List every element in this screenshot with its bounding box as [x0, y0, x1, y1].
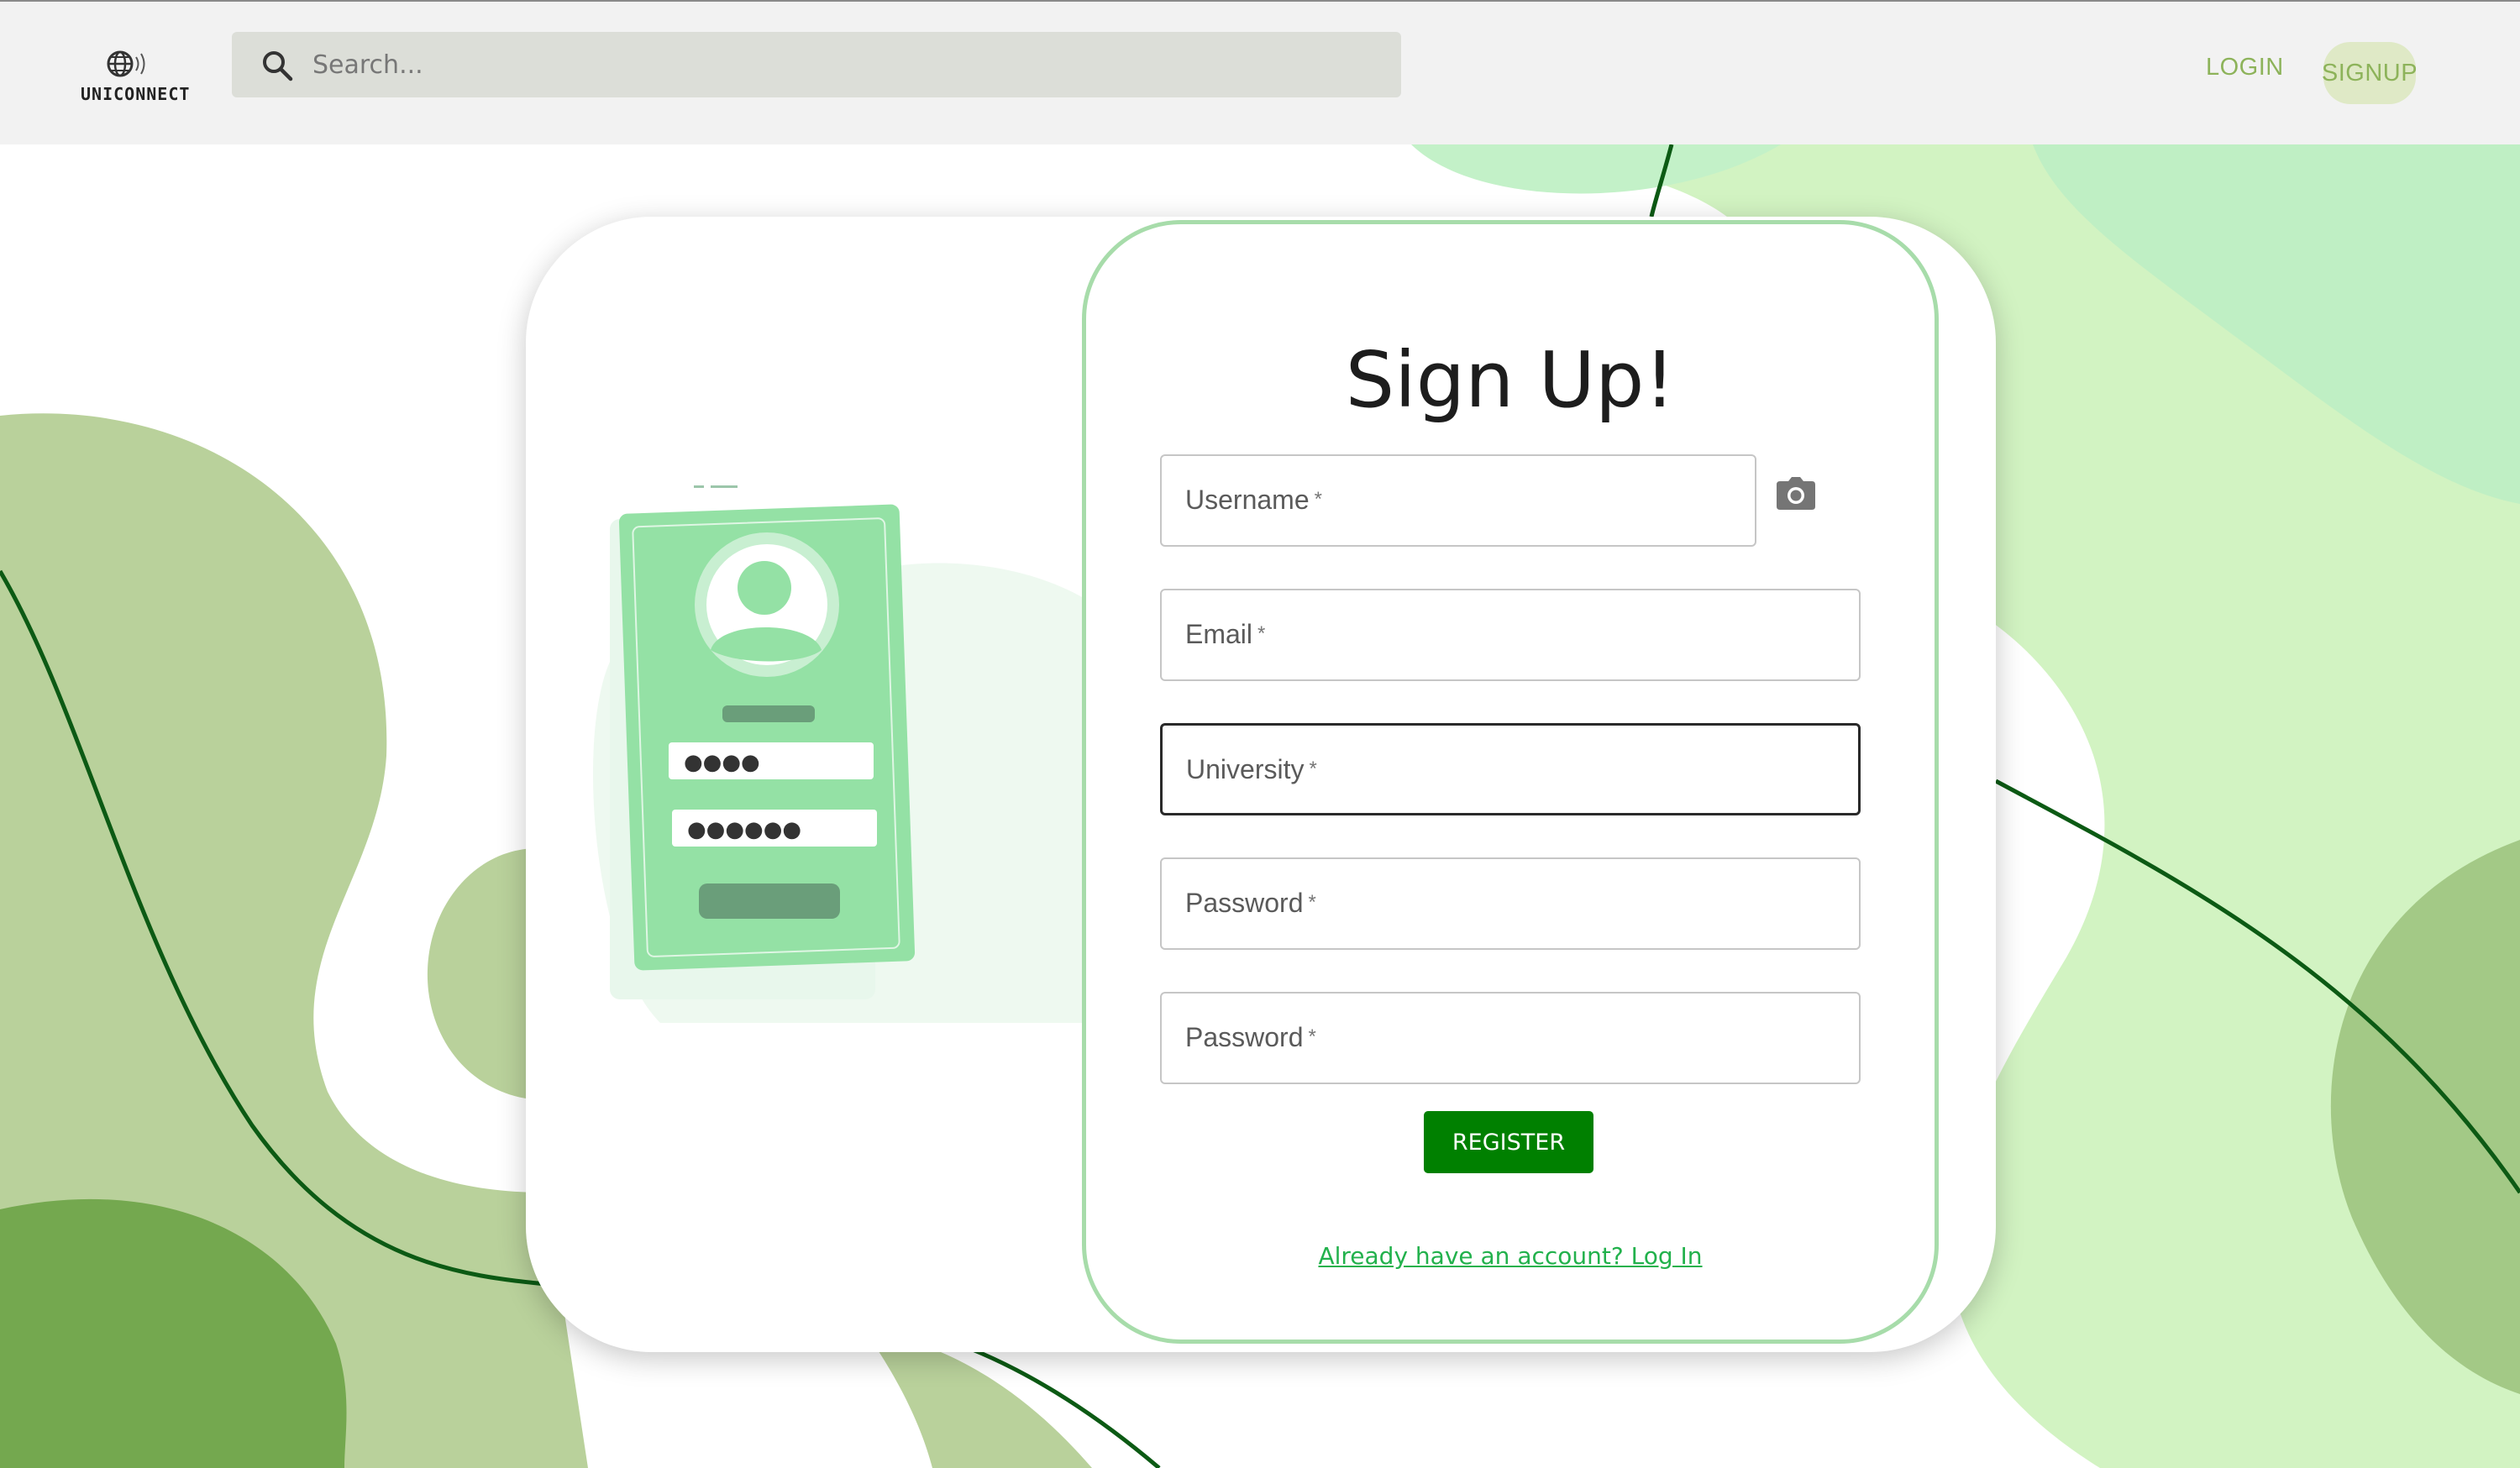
password-dots-2: ●●●●●●	[687, 817, 801, 842]
university-label-text: University	[1186, 754, 1305, 784]
required-mark: *	[1314, 488, 1322, 511]
uniconnect-logo[interactable]: UNICONNECT	[81, 47, 191, 104]
university-field[interactable]: University *	[1160, 723, 1861, 815]
signup-form: Sign Up! Username * Email * University * Pa…	[1082, 220, 1939, 1344]
signup-card: ●●●● ●●●●●● Sign Up! Username * Email * Un…	[526, 217, 1996, 1352]
top-navbar: UNICONNECT LOGIN SIGNUP	[0, 0, 2520, 144]
confirm-password-field[interactable]: Password *	[1160, 992, 1861, 1084]
camera-icon[interactable]	[1777, 476, 1815, 510]
form-title: Sign Up!	[1345, 335, 1676, 425]
register-button[interactable]: REGISTER	[1424, 1111, 1593, 1173]
nav-login-link[interactable]: LOGIN	[2206, 54, 2284, 81]
search-input[interactable]	[312, 32, 1371, 97]
logo-text: UNICONNECT	[81, 84, 191, 104]
email-label-text: Email	[1185, 619, 1253, 649]
username-label: Username *	[1185, 485, 1322, 516]
email-label: Email *	[1185, 619, 1265, 650]
required-mark: *	[1308, 891, 1316, 914]
nav-signup-button[interactable]: SIGNUP	[2322, 42, 2418, 104]
email-field[interactable]: Email *	[1160, 589, 1861, 681]
required-mark: *	[1309, 758, 1317, 780]
university-label: University *	[1186, 754, 1317, 785]
required-mark: *	[1308, 1025, 1316, 1048]
search-icon	[263, 51, 293, 81]
username-field[interactable]: Username *	[1160, 454, 1756, 547]
username-label-text: Username	[1185, 485, 1310, 515]
password-field[interactable]: Password *	[1160, 857, 1861, 950]
confirm-password-label: Password *	[1185, 1022, 1316, 1053]
globe-icon	[107, 50, 145, 77]
phone-login-illustration: ●●●● ●●●●●●	[593, 485, 1114, 1023]
password-label: Password *	[1185, 888, 1316, 919]
confirm-password-label-text: Password	[1185, 1022, 1304, 1052]
password-label-text: Password	[1185, 888, 1304, 918]
login-link[interactable]: Already have an account? Log In	[1086, 1242, 1935, 1270]
required-mark: *	[1257, 622, 1266, 645]
password-dots-1: ●●●●	[684, 750, 760, 775]
search-bar[interactable]	[232, 32, 1401, 97]
